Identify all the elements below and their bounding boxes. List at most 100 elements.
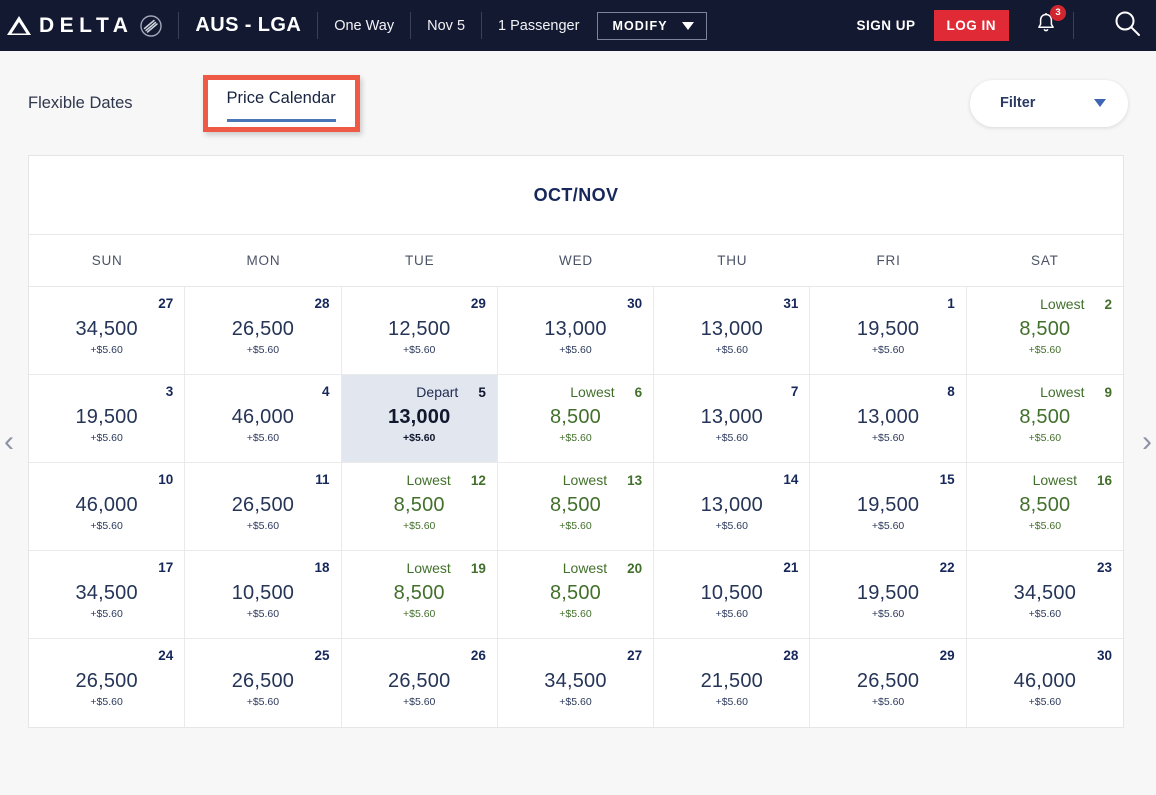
calendar-day-cell[interactable]: 22 19,500 +$5.60 — [810, 551, 967, 639]
day-cell-header: 27 — [509, 648, 642, 666]
calendar-week-row: 3 19,500 +$5.60 4 46,000 +$5.60 Depart 5 13,000 +… — [29, 375, 1123, 463]
calendar-day-cell[interactable]: Lowest 19 8,500 +$5.60 — [341, 551, 498, 639]
miles-price: 46,000 — [75, 494, 138, 516]
sign-up-button[interactable]: SIGN UP — [856, 18, 915, 33]
delta-brand-logo[interactable]: DELTA — [0, 14, 163, 38]
chevron-down-icon — [681, 21, 694, 30]
miles-price: 8,500 — [549, 494, 602, 516]
calendar-week-row: 27 34,500 +$5.60 28 26,500 +$5.60 29 12,500 +$5.… — [29, 287, 1123, 375]
previous-month-arrow[interactable]: ‹ — [4, 426, 14, 457]
day-number: 9 — [1104, 385, 1112, 400]
day-cell-header: 25 — [196, 648, 330, 666]
day-number: 28 — [783, 648, 799, 663]
calendar-day-cell[interactable]: Lowest 13 8,500 +$5.60 — [497, 463, 655, 551]
search-button[interactable] — [1112, 8, 1142, 43]
day-cell-header: 23 — [978, 560, 1112, 578]
calendar-day-cell[interactable]: 29 26,500 +$5.60 — [810, 639, 967, 727]
calendar-day-cell[interactable]: 21 10,500 +$5.60 — [654, 551, 811, 639]
tab-price-calendar[interactable]: Price Calendar — [202, 74, 360, 132]
day-cell-header: 28 — [665, 648, 798, 666]
miles-price: 8,500 — [1019, 318, 1071, 340]
taxes-fees: +$5.60 — [90, 608, 123, 620]
next-month-arrow[interactable]: › — [1142, 426, 1152, 457]
calendar-day-cell[interactable]: 31 13,000 +$5.60 — [654, 287, 811, 375]
price-calendar-container: ‹ › OCT/NOV SUN MON TUE WED THU FRI SAT 27 34,5… — [0, 155, 1156, 728]
miles-price: 13,000 — [856, 406, 920, 428]
taxes-fees: +$5.60 — [1028, 344, 1062, 356]
calendar-day-cell[interactable]: 7 13,000 +$5.60 — [654, 375, 811, 463]
miles-price: 26,500 — [231, 670, 295, 692]
log-in-button[interactable]: LOG IN — [933, 10, 1009, 41]
calendar-day-cell[interactable]: 8 13,000 +$5.60 — [810, 375, 967, 463]
calendar-day-cell[interactable]: 25 26,500 +$5.60 — [185, 639, 342, 727]
modify-search-button[interactable]: MODIFY — [597, 11, 707, 40]
calendar-day-cell[interactable]: 15 19,500 +$5.60 — [810, 463, 967, 551]
calendar-day-cell[interactable]: 28 26,500 +$5.60 — [185, 287, 342, 375]
taxes-fees: +$5.60 — [1028, 432, 1062, 444]
filter-button[interactable]: Filter — [970, 79, 1128, 127]
day-cell-header: 22 — [821, 560, 955, 578]
taxes-fees: +$5.60 — [871, 344, 905, 356]
calendar-day-cell[interactable]: 18 10,500 +$5.60 — [185, 551, 342, 639]
calendar-day-cell[interactable]: 27 34,500 +$5.60 — [29, 287, 186, 375]
calendar-day-cell[interactable]: Lowest 16 8,500 +$5.60 — [966, 463, 1123, 551]
day-number: 21 — [783, 560, 799, 575]
miles-price: 8,500 — [549, 582, 602, 604]
miles-price: 10,500 — [700, 582, 763, 604]
tab-flexible-dates[interactable]: Flexible Dates — [28, 94, 133, 113]
calendar-day-cell[interactable]: 30 46,000 +$5.60 — [966, 639, 1123, 727]
calendar-day-cell[interactable]: 4 46,000 +$5.60 — [185, 375, 342, 463]
day-number: 23 — [1096, 560, 1112, 575]
taxes-fees: +$5.60 — [1028, 696, 1062, 708]
notifications-button[interactable]: 3 — [1035, 4, 1066, 40]
calendar-day-cell[interactable]: 10 46,000 +$5.60 — [29, 463, 186, 551]
calendar-day-cell[interactable]: Lowest 6 8,500 +$5.60 — [497, 375, 655, 463]
calendar-day-cell[interactable]: 17 34,500 +$5.60 — [29, 551, 186, 639]
day-number: 31 — [783, 296, 799, 311]
taxes-fees: +$5.60 — [1028, 608, 1062, 620]
trip-type-label: One Way — [334, 17, 395, 34]
calendar-day-cell[interactable]: Lowest 2 8,500 +$5.60 — [966, 287, 1123, 375]
day-number: 6 — [634, 385, 643, 400]
day-cell-header: Depart 5 — [353, 384, 486, 402]
calendar-week-row: 17 34,500 +$5.60 18 10,500 +$5.60 Lowest 19 8,50… — [29, 551, 1123, 639]
taxes-fees: +$5.60 — [559, 432, 592, 444]
calendar-day-cell[interactable]: 23 34,500 +$5.60 — [966, 551, 1123, 639]
calendar-day-cell[interactable]: 28 21,500 +$5.60 — [654, 639, 811, 727]
calendar-day-cell[interactable]: 11 26,500 +$5.60 — [185, 463, 342, 551]
calendar-day-cell[interactable]: 30 13,000 +$5.60 — [497, 287, 655, 375]
day-cell-header: 7 — [665, 384, 799, 402]
day-number: 3 — [165, 384, 174, 399]
chevron-down-icon — [1094, 99, 1106, 107]
calendar-weeks: 27 34,500 +$5.60 28 26,500 +$5.60 29 12,500 +$5.… — [29, 287, 1123, 727]
day-cell-header: Lowest 16 — [978, 472, 1112, 490]
weekday-label-fri: FRI — [876, 253, 901, 268]
calendar-day-cell[interactable]: Lowest 20 8,500 +$5.60 — [497, 551, 655, 639]
day-number: 8 — [947, 384, 955, 399]
calendar-day-cell[interactable]: 27 34,500 +$5.60 — [497, 639, 655, 727]
calendar-day-cell[interactable]: Lowest 12 8,500 +$5.60 — [341, 463, 498, 551]
calendar-day-cell[interactable]: 24 26,500 +$5.60 — [29, 639, 186, 727]
calendar-day-cell[interactable]: 26 26,500 +$5.60 — [341, 639, 498, 727]
lowest-fare-label: Lowest — [406, 472, 451, 488]
weekday-label-tue: TUE — [405, 253, 435, 268]
miles-price: 26,500 — [75, 670, 138, 692]
day-cell-header: 29 — [821, 648, 955, 666]
day-number: 25 — [314, 648, 330, 663]
lowest-fare-label: Lowest — [562, 472, 608, 488]
taxes-fees: +$5.60 — [559, 344, 592, 356]
calendar-day-cell[interactable]: 3 19,500 +$5.60 — [29, 375, 186, 463]
calendar-day-cell[interactable]: 29 12,500 +$5.60 — [341, 287, 498, 375]
miles-price: 34,500 — [75, 582, 138, 604]
calendar-day-cell[interactable]: 1 19,500 +$5.60 — [810, 287, 967, 375]
lowest-fare-label: Lowest — [406, 560, 451, 576]
calendar-month-title: OCT/NOV — [533, 184, 619, 205]
day-number: 19 — [470, 561, 486, 576]
day-number: 22 — [939, 560, 955, 575]
calendar-day-cell[interactable]: 14 13,000 +$5.60 — [654, 463, 811, 551]
calendar-day-cell[interactable]: Depart 5 13,000 +$5.60 — [341, 375, 498, 463]
taxes-fees: +$5.60 — [871, 520, 905, 532]
day-number: 26 — [470, 648, 486, 663]
day-cell-header: 8 — [821, 384, 955, 402]
calendar-day-cell[interactable]: Lowest 9 8,500 +$5.60 — [966, 375, 1123, 463]
